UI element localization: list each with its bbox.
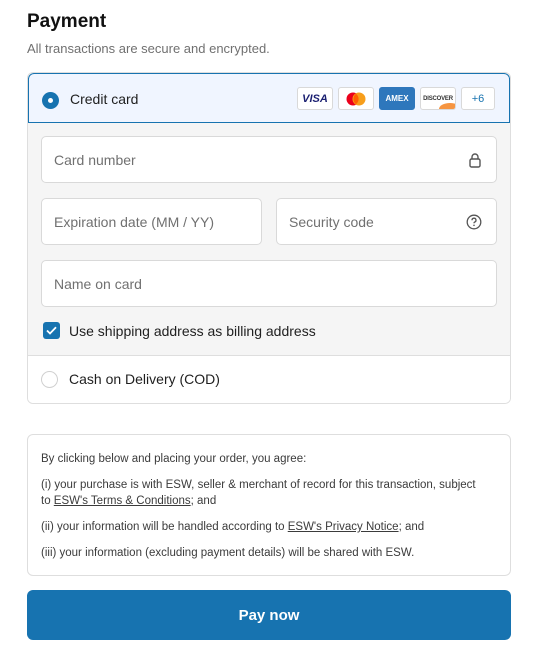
credit-card-radio[interactable] <box>42 92 59 109</box>
page-title: Payment <box>27 11 107 32</box>
payment-methods: Credit card VISA AMEX DISCOVER +6 Card n… <box>27 72 511 404</box>
cod-radio[interactable] <box>41 371 58 388</box>
terms-conditions-link[interactable]: ESW's Terms & Conditions <box>54 495 191 507</box>
terms-intro: By clicking below and placing your order… <box>41 453 307 465</box>
security-code-field[interactable]: Security code <box>276 198 497 245</box>
expiration-date-field[interactable]: Expiration date (MM / YY) <box>41 198 262 245</box>
card-brands: VISA AMEX DISCOVER +6 <box>297 87 495 110</box>
lock-icon <box>468 152 482 173</box>
terms-item-3: (iii) your information (excluding paymen… <box>41 547 415 559</box>
name-on-card-placeholder: Name on card <box>54 276 142 292</box>
cod-option[interactable]: Cash on Delivery (COD) <box>28 356 510 403</box>
cod-label: Cash on Delivery (COD) <box>69 371 220 387</box>
terms-item-2: (ii) your information will be handled ac… <box>41 519 481 535</box>
privacy-notice-link[interactable]: ESW's Privacy Notice <box>288 521 399 533</box>
billing-checkbox-label[interactable]: Use shipping address as billing address <box>69 323 316 339</box>
pay-now-button[interactable]: Pay now <box>27 590 511 640</box>
credit-card-option[interactable]: Credit card VISA AMEX DISCOVER +6 <box>28 73 510 123</box>
checkmark-icon <box>46 326 57 335</box>
name-on-card-field[interactable]: Name on card <box>41 260 497 307</box>
help-icon[interactable] <box>466 214 482 235</box>
mastercard-icon <box>338 87 374 110</box>
page-subtitle: All transactions are secure and encrypte… <box>27 41 270 56</box>
expiration-placeholder: Expiration date (MM / YY) <box>54 214 215 230</box>
terms-item-2-text: (ii) your information will be handled ac… <box>41 521 288 533</box>
more-brands-badge[interactable]: +6 <box>461 87 495 110</box>
credit-card-label: Credit card <box>70 91 139 107</box>
visa-icon: VISA <box>297 87 333 110</box>
billing-checkbox[interactable] <box>43 322 60 339</box>
terms-item-1: (i) your purchase is with ESW, seller & … <box>41 477 481 509</box>
security-code-placeholder: Security code <box>289 214 374 230</box>
terms-box: By clicking below and placing your order… <box>27 434 511 576</box>
amex-icon: AMEX <box>379 87 415 110</box>
terms-item-1-suffix: ; and <box>190 495 217 507</box>
card-number-field[interactable]: Card number <box>41 136 497 183</box>
card-number-placeholder: Card number <box>54 152 136 168</box>
terms-item-2-suffix: ; and <box>398 521 425 533</box>
card-details: Card number Expiration date (MM / YY) Se… <box>28 123 510 356</box>
discover-icon: DISCOVER <box>420 87 456 110</box>
